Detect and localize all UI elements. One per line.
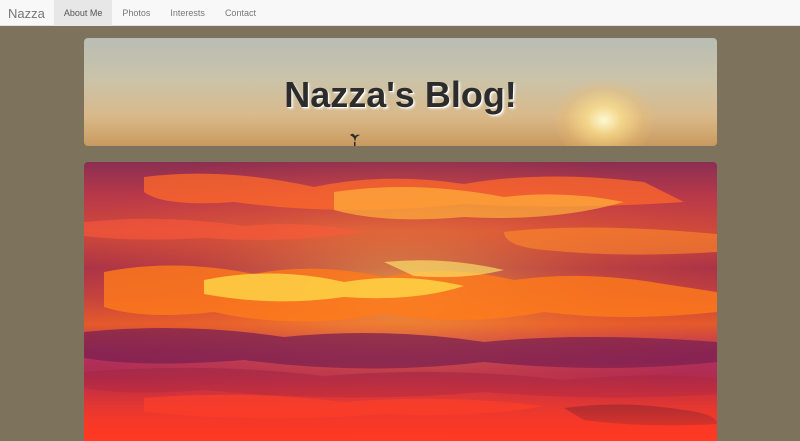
top-navbar: Nazza About Me Photos Interests Contact [0,0,800,26]
nav-link-interests[interactable]: Interests [160,0,215,26]
nav-link-contact[interactable]: Contact [215,0,266,26]
navbar-brand[interactable]: Nazza [0,0,54,26]
nav-link-about-me[interactable]: About Me [53,0,113,26]
nav-link-photos[interactable]: Photos [112,0,160,26]
blog-title: Nazza's Blog! [284,74,517,115]
blog-header-banner: Nazza's Blog! [84,38,717,146]
sunset-clouds-graphic [84,162,717,441]
sunset-hero-image [84,162,717,441]
seagull-silhouette-icon [350,133,360,146]
